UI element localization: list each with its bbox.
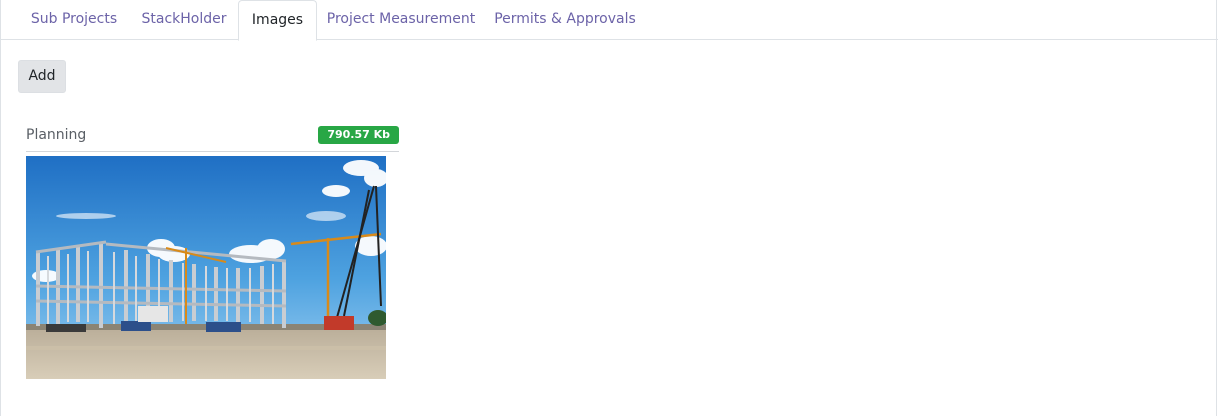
file-size-badge: 790.57 Kb bbox=[318, 126, 399, 144]
images-panel: Sub Projects StackHolder Images Project … bbox=[0, 0, 1218, 416]
image-title: Planning bbox=[26, 127, 87, 143]
construction-site-image bbox=[26, 156, 386, 379]
tab-sub-projects[interactable]: Sub Projects bbox=[18, 0, 130, 40]
tab-stackholder[interactable]: StackHolder bbox=[130, 0, 238, 40]
image-card-header: Planning 790.57 Kb bbox=[26, 124, 399, 152]
tab-images[interactable]: Images bbox=[238, 0, 317, 41]
image-thumbnail[interactable] bbox=[26, 156, 386, 379]
add-button[interactable]: Add bbox=[18, 60, 66, 93]
tab-permits-approvals[interactable]: Permits & Approvals bbox=[485, 0, 645, 40]
tab-bar: Sub Projects StackHolder Images Project … bbox=[1, 0, 1218, 41]
tab-project-measurement[interactable]: Project Measurement bbox=[317, 0, 485, 40]
